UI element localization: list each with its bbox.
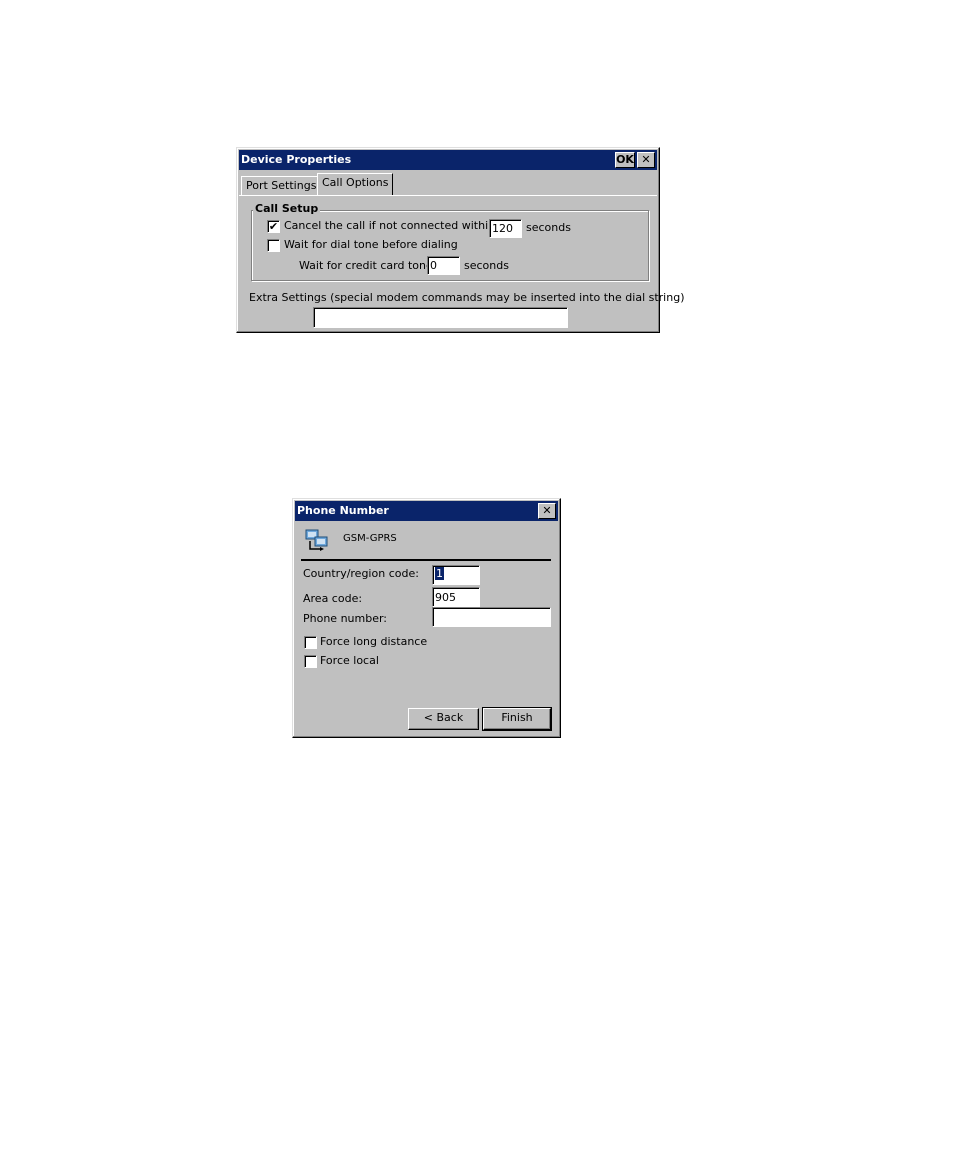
tab-panel-border: [239, 195, 657, 196]
phone-number-window: Phone Number ✕ GSM-GPRS Country/region c…: [292, 498, 561, 738]
phone-number-input[interactable]: [432, 607, 551, 627]
tab-call-options[interactable]: Call Options: [317, 173, 394, 196]
window-title: Device Properties: [241, 153, 352, 166]
country-code-value: 1: [435, 567, 444, 580]
close-button[interactable]: ✕: [538, 503, 556, 519]
title-bar[interactable]: Phone Number ✕: [295, 501, 558, 521]
cancel-call-label: Cancel the call if not connected within: [284, 219, 496, 232]
credit-card-seconds-input[interactable]: [427, 256, 460, 275]
extra-settings-label: Extra Settings (special modem commands m…: [249, 291, 685, 304]
seconds-label: seconds: [526, 221, 571, 234]
close-button[interactable]: ✕: [637, 152, 655, 168]
area-code-label: Area code:: [303, 592, 363, 605]
extra-settings-input[interactable]: [313, 307, 568, 328]
tab-label: Port Settings: [246, 179, 317, 192]
divider: [301, 559, 551, 561]
tab-port-settings[interactable]: Port Settings: [241, 176, 322, 196]
force-local-checkbox[interactable]: [304, 655, 317, 668]
device-properties-window: Device Properties OK ✕ Port Settings Cal…: [236, 147, 685, 333]
connection-icon: [304, 527, 332, 553]
cancel-call-seconds-input[interactable]: [489, 219, 522, 238]
area-code-input[interactable]: [432, 587, 480, 607]
cancel-call-checkbox[interactable]: ✔: [267, 220, 280, 233]
window-title: Phone Number: [297, 504, 389, 517]
wait-dial-tone-checkbox[interactable]: [267, 239, 280, 252]
phone-number-label: Phone number:: [303, 612, 388, 625]
connection-name: GSM-GPRS: [343, 533, 397, 544]
checkmark-icon: ✔: [268, 220, 279, 233]
seconds-label: seconds: [464, 259, 509, 272]
finish-button[interactable]: Finish: [482, 707, 552, 731]
close-icon: ✕: [641, 153, 651, 166]
title-bar[interactable]: Device Properties OK ✕: [239, 150, 657, 170]
force-local-label: Force local: [320, 654, 379, 667]
ok-button[interactable]: OK: [615, 152, 635, 168]
force-long-distance-checkbox[interactable]: [304, 636, 317, 649]
force-long-distance-label: Force long distance: [320, 635, 428, 648]
close-icon: ✕: [542, 504, 552, 517]
wait-dial-tone-label: Wait for dial tone before dialing: [284, 238, 458, 251]
tab-label: Call Options: [322, 176, 389, 189]
credit-card-tone-label: Wait for credit card tone: [299, 259, 433, 272]
country-code-label: Country/region code:: [303, 567, 419, 580]
back-button[interactable]: < Back: [408, 708, 479, 730]
country-code-input[interactable]: 1: [432, 565, 480, 585]
call-setup-legend: Call Setup: [253, 202, 321, 215]
